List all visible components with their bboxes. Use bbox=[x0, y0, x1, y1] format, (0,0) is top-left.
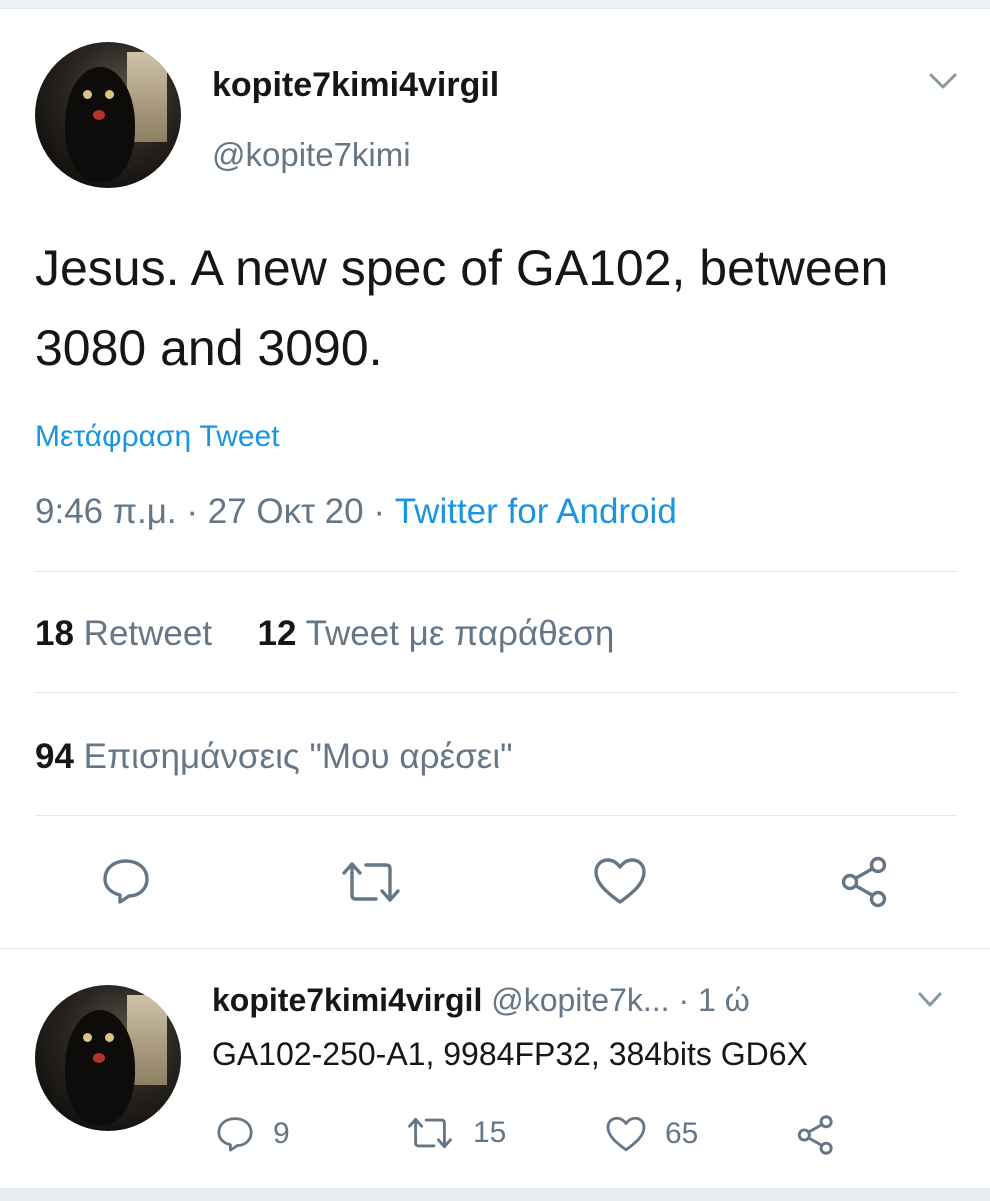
like-count: 94 bbox=[35, 737, 74, 776]
reply-icon[interactable] bbox=[215, 1114, 255, 1154]
retweet-stats: 18 Retweet 12 Tweet με παράθεση bbox=[35, 614, 614, 654]
divider bbox=[35, 815, 957, 816]
like-stats: 94 Επισημάνσεις "Μου αρέσει" bbox=[35, 737, 513, 777]
meta-separator: · bbox=[186, 492, 198, 531]
meta-separator: · bbox=[373, 492, 385, 531]
tweet-time: 9:46 π.μ. bbox=[35, 492, 177, 531]
share-icon[interactable] bbox=[838, 855, 892, 909]
avatar-eye bbox=[105, 1033, 114, 1042]
divider bbox=[35, 571, 957, 572]
reply-action[interactable]: 9 bbox=[215, 1114, 290, 1154]
avatar-eye bbox=[83, 90, 92, 99]
user-handle[interactable]: @kopite7kimi bbox=[212, 136, 411, 174]
tweet-meta: 9:46 π.μ. · 27 Οκτ 20 · Twitter for Andr… bbox=[35, 492, 677, 532]
reply-handle[interactable]: @kopite7k... bbox=[491, 982, 669, 1018]
like-count: 65 bbox=[665, 1117, 699, 1150]
reply-text: GA102-250-A1, 9984FP32, 384bits GD6X bbox=[212, 1036, 808, 1072]
avatar-cat bbox=[65, 67, 135, 182]
retweet-count: 15 bbox=[473, 1116, 507, 1149]
display-name[interactable]: kopite7kimi4virgil bbox=[212, 66, 499, 105]
retweet-count: 18 bbox=[35, 614, 74, 653]
top-edge bbox=[0, 0, 990, 9]
tweet-date: 27 Οκτ 20 bbox=[207, 492, 364, 531]
avatar-eye bbox=[83, 1033, 92, 1042]
translate-tweet-link[interactable]: Μετάφραση Tweet bbox=[35, 420, 280, 454]
quote-count: 12 bbox=[257, 614, 297, 653]
reply-avatar[interactable] bbox=[35, 985, 181, 1131]
reply-icon[interactable] bbox=[100, 855, 152, 907]
avatar[interactable] bbox=[35, 42, 181, 188]
quotes-link[interactable]: Tweet με παράθεση bbox=[306, 614, 615, 653]
likes-link[interactable]: Επισημάνσεις "Μου αρέσει" bbox=[84, 737, 513, 776]
divider bbox=[35, 692, 957, 693]
retweet-action[interactable]: 15 bbox=[405, 1114, 506, 1152]
divider bbox=[0, 948, 990, 949]
reply-count: 9 bbox=[273, 1117, 290, 1150]
tweet-text: Jesus. A new spec of GA102, between 3080… bbox=[35, 240, 889, 376]
bottom-edge bbox=[0, 1188, 990, 1201]
avatar-cat bbox=[65, 1010, 135, 1125]
share-icon[interactable] bbox=[795, 1114, 837, 1156]
avatar-eye bbox=[105, 90, 114, 99]
retweets-link[interactable]: Retweet bbox=[84, 614, 212, 653]
retweet-icon[interactable] bbox=[405, 1114, 455, 1152]
retweet-icon[interactable] bbox=[338, 857, 404, 907]
heart-icon[interactable] bbox=[592, 855, 648, 907]
heart-icon[interactable] bbox=[605, 1114, 647, 1154]
reply-display-name[interactable]: kopite7kimi4virgil bbox=[212, 982, 482, 1018]
chevron-down-icon[interactable] bbox=[928, 70, 958, 92]
meta-separator: · bbox=[678, 982, 690, 1018]
avatar-mouth bbox=[93, 110, 105, 120]
avatar-mouth bbox=[93, 1053, 105, 1063]
tweet-source-link[interactable]: Twitter for Android bbox=[395, 492, 677, 531]
like-action[interactable]: 65 bbox=[605, 1114, 698, 1154]
reply-time: 1 ώ bbox=[698, 982, 750, 1018]
reply-header: kopite7kimi4virgil @kopite7k... · 1 ώ bbox=[212, 982, 750, 1019]
chevron-down-icon[interactable] bbox=[917, 990, 943, 1010]
